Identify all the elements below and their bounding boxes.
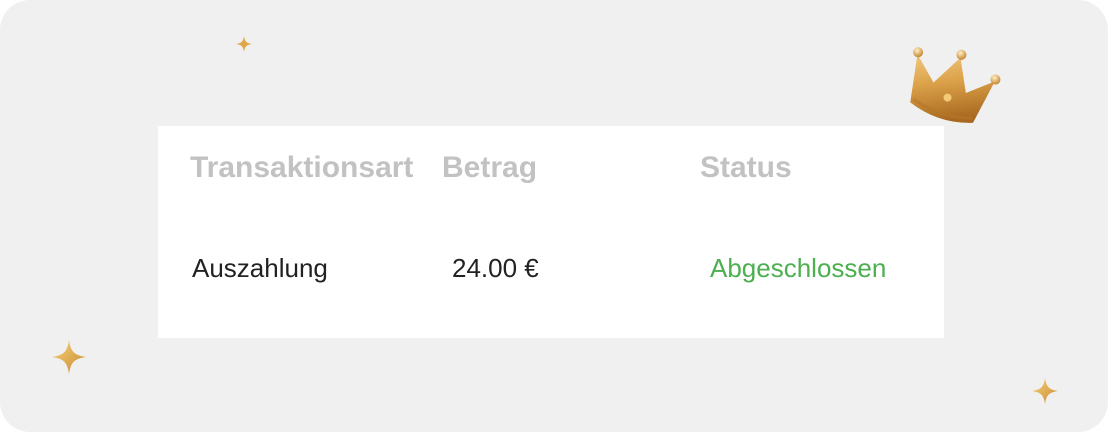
cell-transaction-type: Auszahlung xyxy=(192,253,328,283)
header-status: Status xyxy=(700,151,792,184)
sparkle-icon xyxy=(236,36,252,52)
crown-icon xyxy=(910,47,1001,123)
header-transaction-type: Transaktionsart xyxy=(190,151,414,184)
sparkle-icon xyxy=(52,340,86,374)
cell-status: Abgeschlossen xyxy=(710,253,887,283)
header-amount: Betrag xyxy=(442,151,538,184)
sparkle-icon xyxy=(1032,378,1058,404)
transaction-panel: Transaktionsart Betrag Status Auszahlung… xyxy=(0,0,1108,432)
cell-amount: 24.00 € xyxy=(452,253,539,283)
